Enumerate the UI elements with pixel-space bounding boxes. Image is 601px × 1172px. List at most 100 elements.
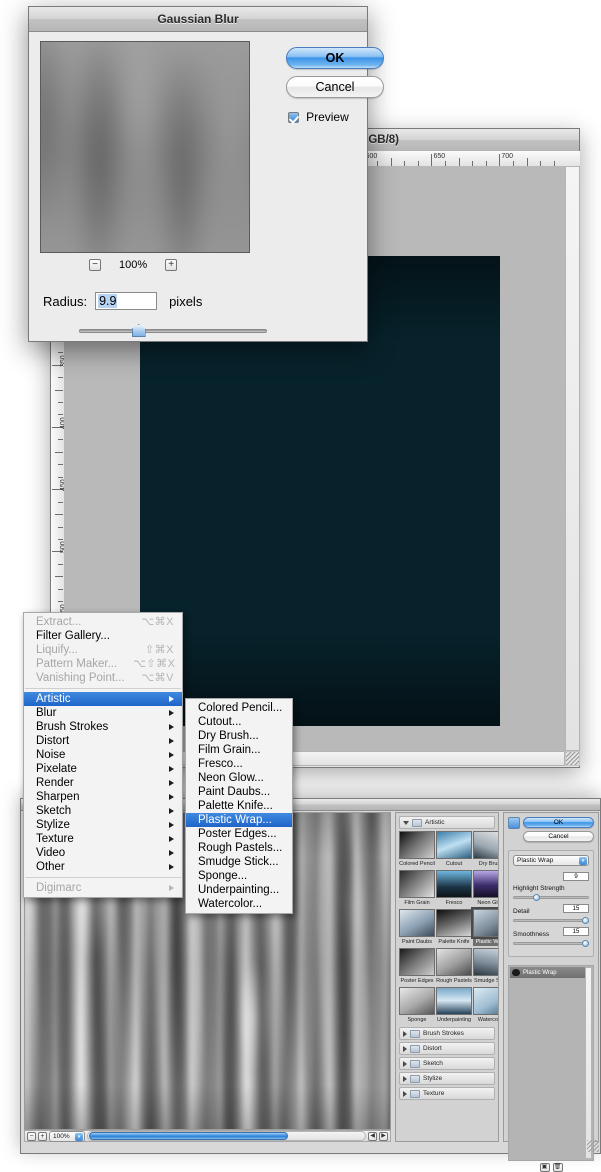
filter-browser-panel[interactable]: Artistic Colored Pencil Cutout Dry Brush Fi… <box>395 812 499 1142</box>
filter-category-stylize[interactable]: Stylize <box>399 1072 495 1085</box>
zoom-out-button[interactable]: − <box>89 259 101 271</box>
parameter-smoothness[interactable]: 15 Smoothness <box>513 927 590 947</box>
collapsed-category-list[interactable]: Brush Strokes Distort Sketch Stylize Texture <box>399 1027 495 1100</box>
filter-thumbnail-paint-daubs[interactable]: Paint Daubs <box>399 909 435 946</box>
filter-thumbnail-fresco[interactable]: Fresco <box>436 870 472 907</box>
scroll-right-button[interactable]: ▶ <box>379 1131 388 1141</box>
artistic-menu-item-6[interactable]: Paint Daubs... <box>186 785 292 799</box>
gaussian-blur-preview[interactable] <box>40 41 250 253</box>
effect-layer-row[interactable]: Plastic Wrap <box>510 967 592 978</box>
parameter-value-field[interactable]: 15 <box>563 904 589 913</box>
zoom-in-button[interactable]: + <box>165 259 178 271</box>
layer-stack-scrollbar[interactable] <box>585 967 592 1159</box>
filter-category-item-0[interactable]: Artistic <box>24 692 182 706</box>
filter-category-item-9[interactable]: Stylize <box>24 818 182 832</box>
filter-thumbnail-colored-pencil[interactable]: Colored Pencil <box>399 831 435 868</box>
parameter-value-field[interactable]: 15 <box>563 927 589 936</box>
active-filter-popup[interactable]: Plastic Wrap ▾ <box>513 855 589 866</box>
filter-thumbnail-plastic-wrap[interactable]: Plastic Wrap <box>471 907 498 946</box>
toggle-browser-button[interactable] <box>508 817 520 829</box>
filter-thumbnail-watercolor[interactable]: Watercolor <box>473 987 498 1024</box>
artistic-menu-item-10[interactable]: Rough Pastels... <box>186 841 292 855</box>
filter-thumbnail-rough-pastels[interactable]: Rough Pastels <box>436 948 472 985</box>
parameter-slider-track[interactable] <box>513 917 590 924</box>
filter-thumbnail-smudge-stick[interactable]: Smudge Stick <box>473 948 498 985</box>
filter-category-item-2[interactable]: Brush Strokes <box>24 720 182 734</box>
filter-category-item-7[interactable]: Sharpen <box>24 790 182 804</box>
artistic-menu-item-4[interactable]: Fresco... <box>186 757 292 771</box>
artistic-menu-item-13[interactable]: Underpainting... <box>186 883 292 897</box>
new-effect-layer-button[interactable]: ▣ <box>539 1163 550 1172</box>
preview-zoom-popup[interactable]: 100% ▾ <box>49 1130 85 1142</box>
artistic-menu-item-11[interactable]: Smudge Stick... <box>186 855 292 869</box>
gaussian-blur-dialog[interactable]: Gaussian Blur − 100% + OK Cancel Preview… <box>28 6 384 342</box>
artistic-menu-item-7[interactable]: Palette Knife... <box>186 799 292 813</box>
filter-category-item-3[interactable]: Distort <box>24 734 182 748</box>
filter-thumbnail-poster-edges[interactable]: Poster Edges <box>399 948 435 985</box>
filter-category-item-1[interactable]: Blur <box>24 706 182 720</box>
parameter-slider-knob[interactable] <box>533 894 541 901</box>
filter-category-item-4[interactable]: Noise <box>24 748 182 762</box>
parameter-slider-knob[interactable] <box>582 917 590 924</box>
delete-effect-layer-button[interactable]: 🗑 <box>552 1163 563 1172</box>
artistic-menu-item-3[interactable]: Film Grain... <box>186 743 292 757</box>
filter-gallery-cancel-button[interactable]: Cancel <box>523 831 594 842</box>
filter-menu-category-section[interactable]: Artistic Blur Brush Strokes Distort Noise Pix… <box>24 692 182 874</box>
preview-zoom-out-button[interactable]: − <box>27 1131 36 1141</box>
parameter-slider-knob[interactable] <box>582 940 590 947</box>
radius-slider[interactable] <box>79 324 267 337</box>
filter-category-artistic[interactable]: Artistic <box>399 816 495 829</box>
filter-menu-top-section[interactable]: Extract... ⌥⌘X Filter Gallery... Liquify...… <box>24 615 182 685</box>
filter-menu-footer-section[interactable]: Digimarc <box>24 881 182 895</box>
preview-hscrollbar[interactable] <box>87 1131 366 1141</box>
filter-category-brush-strokes[interactable]: Brush Strokes <box>399 1027 495 1040</box>
filter-menu-item-1[interactable]: Filter Gallery... <box>24 629 182 643</box>
document-resize-grip[interactable] <box>565 751 580 766</box>
filter-thumbnail-cutout[interactable]: Cutout <box>436 831 472 868</box>
filter-category-item-12[interactable]: Other <box>24 860 182 874</box>
filter-category-item-5[interactable]: Pixelate <box>24 762 182 776</box>
filter-menu[interactable]: Extract... ⌥⌘X Filter Gallery... Liquify...… <box>23 612 183 898</box>
filter-gallery-ok-button[interactable]: OK <box>523 817 594 828</box>
eye-icon[interactable] <box>512 969 520 976</box>
gaussian-blur-titlebar[interactable]: Gaussian Blur <box>29 7 367 32</box>
document-vscrollbar[interactable] <box>565 166 580 751</box>
parameter-slider-track[interactable] <box>513 894 589 901</box>
effect-layer-stack[interactable]: Plastic Wrap <box>508 965 594 1161</box>
artistic-menu-item-1[interactable]: Cutout... <box>186 715 292 729</box>
filter-category-sketch[interactable]: Sketch <box>399 1057 495 1070</box>
filter-thumbnail-underpainting[interactable]: Underpainting <box>436 987 472 1024</box>
radius-row[interactable]: Radius: 9.9 pixels <box>43 291 343 311</box>
filter-thumbnail-palette-knife[interactable]: Palette Knife <box>436 909 472 946</box>
parameter-highlight-strength[interactable]: 9 Highlight Strength <box>513 872 589 901</box>
parameter-slider-track[interactable] <box>513 940 590 947</box>
artistic-menu-item-9[interactable]: Poster Edges... <box>186 827 292 841</box>
filter-gallery-resize-grip[interactable] <box>587 1140 599 1152</box>
filter-category-item-11[interactable]: Video <box>24 846 182 860</box>
filter-thumbnail-dry-brush[interactable]: Dry Brush <box>473 831 498 868</box>
artistic-menu-item-8[interactable]: Plastic Wrap... <box>186 813 292 827</box>
artistic-menu-item-2[interactable]: Dry Brush... <box>186 729 292 743</box>
filter-settings-panel[interactable]: OK Cancel Plastic Wrap ▾ 9 Highlight Stre… <box>503 812 599 1172</box>
filter-category-item-10[interactable]: Texture <box>24 832 182 846</box>
parameter-value-field[interactable]: 9 <box>563 872 589 881</box>
gaussian-blur-ok-button[interactable]: OK <box>286 47 384 69</box>
filter-thumbnail-grid[interactable]: Colored Pencil Cutout Dry Brush Film Grain F… <box>399 831 498 1024</box>
artistic-menu-item-14[interactable]: Watercolor... <box>186 897 292 911</box>
radius-slider-knob[interactable] <box>131 324 146 337</box>
filter-category-distort[interactable]: Distort <box>399 1042 495 1055</box>
filter-category-item-8[interactable]: Sketch <box>24 804 182 818</box>
scroll-left-button[interactable]: ◀ <box>368 1131 377 1141</box>
preview-hscroll-thumb[interactable] <box>89 1132 289 1140</box>
artistic-menu-item-12[interactable]: Sponge... <box>186 869 292 883</box>
artistic-menu-item-5[interactable]: Neon Glow... <box>186 771 292 785</box>
parameter-detail[interactable]: 15 Detail <box>513 904 590 924</box>
filter-parameter-list[interactable]: 9 Highlight Strength 15 Detail 15 Smoothness <box>513 872 590 947</box>
gaussian-blur-zoom-controls[interactable]: − 100% + <box>89 258 209 272</box>
preview-zoom-in-button[interactable]: + <box>38 1131 47 1141</box>
filter-thumbnail-sponge[interactable]: Sponge <box>399 987 435 1024</box>
artistic-menu-item-0[interactable]: Colored Pencil... <box>186 701 292 715</box>
filter-thumbnail-neon-glow[interactable]: Neon Glow <box>473 870 498 907</box>
radius-input[interactable]: 9.9 <box>95 292 158 310</box>
filter-gallery-status-bar[interactable]: − + 100% ▾ ◀ ▶ <box>24 1130 391 1142</box>
